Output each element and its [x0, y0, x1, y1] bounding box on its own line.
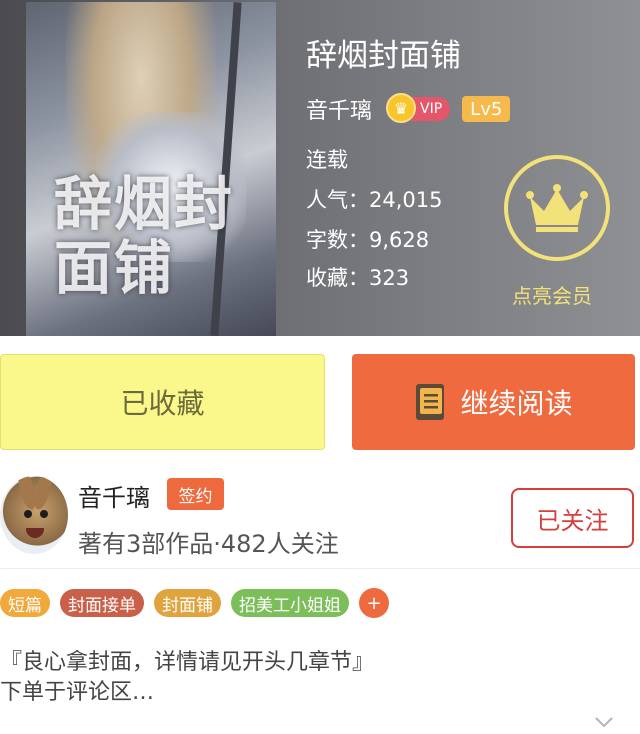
divider: [0, 568, 640, 569]
vip-label: VIP: [420, 101, 443, 117]
level-badge: Lv5: [462, 96, 511, 122]
author-row: 音千璃 ♛ VIP Lv5: [306, 93, 511, 125]
description-line: 下单于评论区…: [0, 680, 155, 705]
continue-reading-button[interactable]: 继续阅读: [352, 354, 635, 450]
book-icon: [416, 384, 445, 420]
chevron-down-icon[interactable]: [594, 716, 614, 730]
author-stats: 著有3部作品·482人关注: [78, 530, 339, 558]
word-count-stat: 字数：9,628: [306, 228, 430, 252]
book-title: 辞烟封面铺: [306, 38, 461, 74]
book-cover-image[interactable]: 辞烟封面铺: [26, 2, 276, 336]
crown-mini-icon: ♛: [386, 93, 417, 123]
author-profile-name[interactable]: 音千璃: [78, 478, 150, 513]
continue-reading-label: 继续阅读: [460, 387, 573, 420]
tag-list: 短篇 封面接单 封面铺 招美工小姐姐 +: [0, 588, 389, 618]
crown-icon: [526, 184, 588, 232]
member-crown-button[interactable]: [504, 155, 610, 261]
book-header: 辞烟封面铺 辞烟封面铺 音千璃 ♛ VIP Lv5 连载 人气：24,015 字…: [0, 0, 640, 336]
add-tag-button[interactable]: +: [359, 588, 389, 618]
tag-item[interactable]: 封面铺: [154, 589, 221, 617]
avatar-eye: [24, 510, 32, 518]
book-description[interactable]: 『良心拿封面，详情请见开头几章节』 下单于评论区…: [0, 648, 620, 708]
follow-button[interactable]: 已关注: [511, 488, 634, 548]
cover-title-text: 辞烟封面铺: [54, 170, 235, 302]
description-line: 『良心拿封面，详情请见开头几章节』: [0, 650, 375, 675]
vip-badge: ♛ VIP: [386, 93, 451, 123]
popularity-stat: 人气：24,015: [306, 188, 443, 212]
tag-item[interactable]: 短篇: [0, 589, 50, 617]
member-label[interactable]: 点亮会员: [512, 280, 592, 309]
tag-item[interactable]: 招美工小姐姐: [231, 589, 349, 617]
avatar-eye: [40, 510, 48, 518]
collected-button[interactable]: 已收藏: [0, 354, 325, 450]
author-avatar[interactable]: [0, 476, 68, 554]
avatar-mouth: [26, 528, 44, 538]
favorites-stat: 收藏：323: [306, 266, 410, 290]
tag-item[interactable]: 封面接单: [60, 589, 144, 617]
serial-status: 连载: [306, 148, 348, 172]
signed-badge: 签约: [167, 478, 224, 510]
avatar-ear: [31, 476, 55, 512]
author-name[interactable]: 音千璃: [306, 93, 372, 125]
